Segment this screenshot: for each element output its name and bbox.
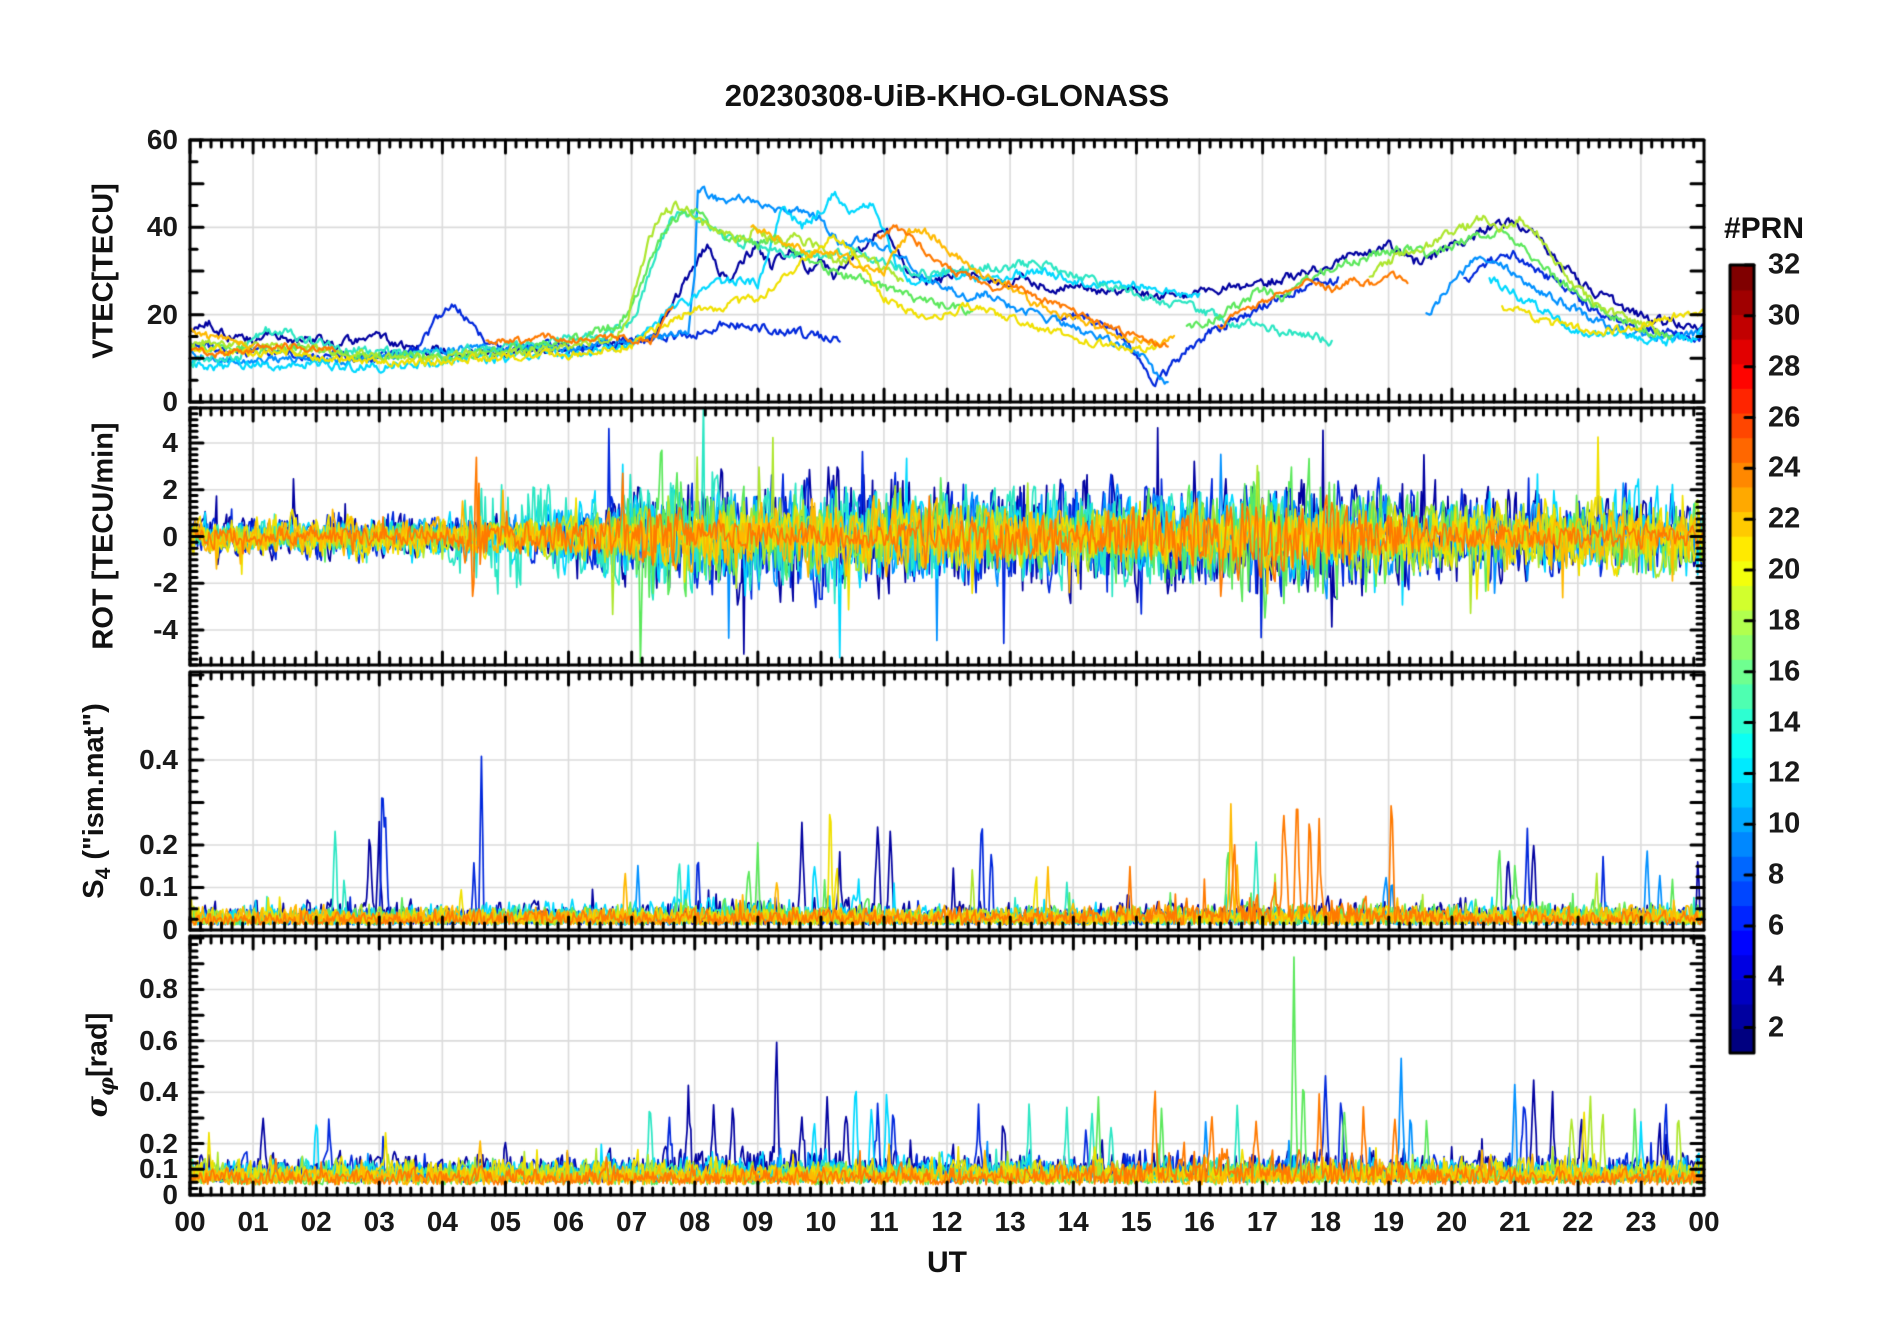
x-tick-label: 15 (1120, 1206, 1152, 1237)
s4-axis-label-sub: 4 (91, 867, 115, 880)
x-tick-label: 00 (1688, 1206, 1720, 1237)
colorbar-tick-label: 2 (1768, 1011, 1785, 1044)
x-axis-label: UT (927, 1246, 967, 1279)
y-tick-label: 0.4 (139, 743, 178, 775)
y-tick-label: 0.1 (139, 1153, 178, 1185)
colorbar-tick-label: 6 (1768, 909, 1785, 942)
y-tick-label: 0.2 (139, 828, 178, 860)
chart-canvas (0, 0, 1902, 1330)
y-tick-label: 0.1 (139, 871, 178, 903)
x-tick-label: 11 (869, 1206, 899, 1237)
y-tick-label: 0.2 (139, 1127, 178, 1159)
colorbar-tick-label: 10 (1768, 807, 1801, 840)
x-tick-label: 20 (1436, 1206, 1468, 1237)
y-tick-label: 0 (162, 1179, 178, 1210)
glonass-scintillation-figure: 20230308-UiB-KHO-GLONASS VTEC[TECU] ROT … (0, 0, 1902, 1330)
colorbar-tick-label: 14 (1768, 706, 1801, 739)
sigma-phi-axis-label: σφ[rad] (80, 1013, 119, 1118)
colorbar-tick-label: 4 (1768, 960, 1785, 993)
rot-axis-label: ROT [TECU/min] (87, 422, 120, 650)
x-tick-label: 23 (1625, 1206, 1657, 1237)
colorbar-tick-label: 30 (1768, 299, 1801, 332)
colorbar-title: #PRN (1723, 212, 1805, 245)
colorbar-tick-label: 20 (1768, 553, 1801, 586)
y-tick-label: 0 (162, 520, 178, 552)
x-tick-label: 21 (1499, 1206, 1531, 1237)
sigma-axis-label-main: σ (79, 1096, 114, 1118)
x-tick-label: 22 (1562, 1206, 1594, 1237)
y-tick-label: 40 (146, 211, 178, 243)
x-tick-label: 02 (300, 1206, 332, 1237)
x-tick-label: 08 (679, 1206, 711, 1237)
x-tick-label: 05 (489, 1206, 521, 1237)
x-tick-label: 16 (1183, 1206, 1215, 1237)
s4-axis-label-main: S (78, 879, 111, 899)
y-tick-label: 2 (162, 473, 178, 505)
x-tick-label: 04 (426, 1206, 458, 1237)
x-tick-label: 12 (931, 1206, 963, 1237)
colorbar-tick-label: 24 (1768, 451, 1801, 484)
vtec-axis-label: VTEC[TECU] (87, 183, 120, 359)
colorbar-tick-label: 26 (1768, 401, 1801, 434)
colorbar-tick-label: 28 (1768, 350, 1801, 383)
y-tick-label: 60 (146, 124, 178, 155)
x-tick-label: 10 (805, 1206, 837, 1237)
x-tick-label: 06 (552, 1206, 585, 1237)
s4-axis-label-rest: ("ism.mat") (78, 703, 111, 868)
y-tick-label: -2 (153, 567, 178, 599)
colorbar-tick-label: 16 (1768, 655, 1801, 688)
y-tick-label: 0 (162, 386, 178, 417)
y-tick-label: 4 (162, 427, 178, 459)
x-tick-label: 17 (1246, 1206, 1278, 1237)
x-tick-label: 13 (994, 1206, 1026, 1237)
y-tick-label: 0.6 (139, 1024, 178, 1056)
colorbar-tick-label: 8 (1768, 858, 1785, 891)
s4-axis-label: S4 ("ism.mat") (78, 703, 116, 899)
sigma-axis-label-sub: φ (93, 1077, 119, 1097)
x-tick-label: 14 (1057, 1206, 1089, 1237)
y-tick-label: 0 (162, 914, 178, 945)
colorbar-tick-label: 22 (1768, 502, 1801, 535)
colorbar-tick-label: 18 (1768, 604, 1801, 637)
colorbar-tick-label: 32 (1768, 248, 1801, 281)
y-tick-label: -4 (153, 613, 178, 645)
y-tick-label: 20 (146, 298, 178, 330)
x-tick-label: 19 (1373, 1206, 1405, 1237)
x-tick-label: 03 (363, 1206, 395, 1237)
x-tick-label: 18 (1309, 1206, 1342, 1237)
x-tick-label: 01 (237, 1206, 269, 1237)
chart-title: 20230308-UiB-KHO-GLONASS (724, 78, 1170, 113)
sigma-axis-label-rest: [rad] (81, 1012, 114, 1078)
y-tick-label: 0.4 (139, 1076, 178, 1108)
x-tick-label: 07 (616, 1206, 648, 1237)
y-tick-label: 0.8 (139, 973, 178, 1005)
x-tick-label: 00 (174, 1206, 206, 1237)
x-tick-label: 09 (742, 1206, 774, 1237)
colorbar-tick-label: 12 (1768, 756, 1801, 789)
